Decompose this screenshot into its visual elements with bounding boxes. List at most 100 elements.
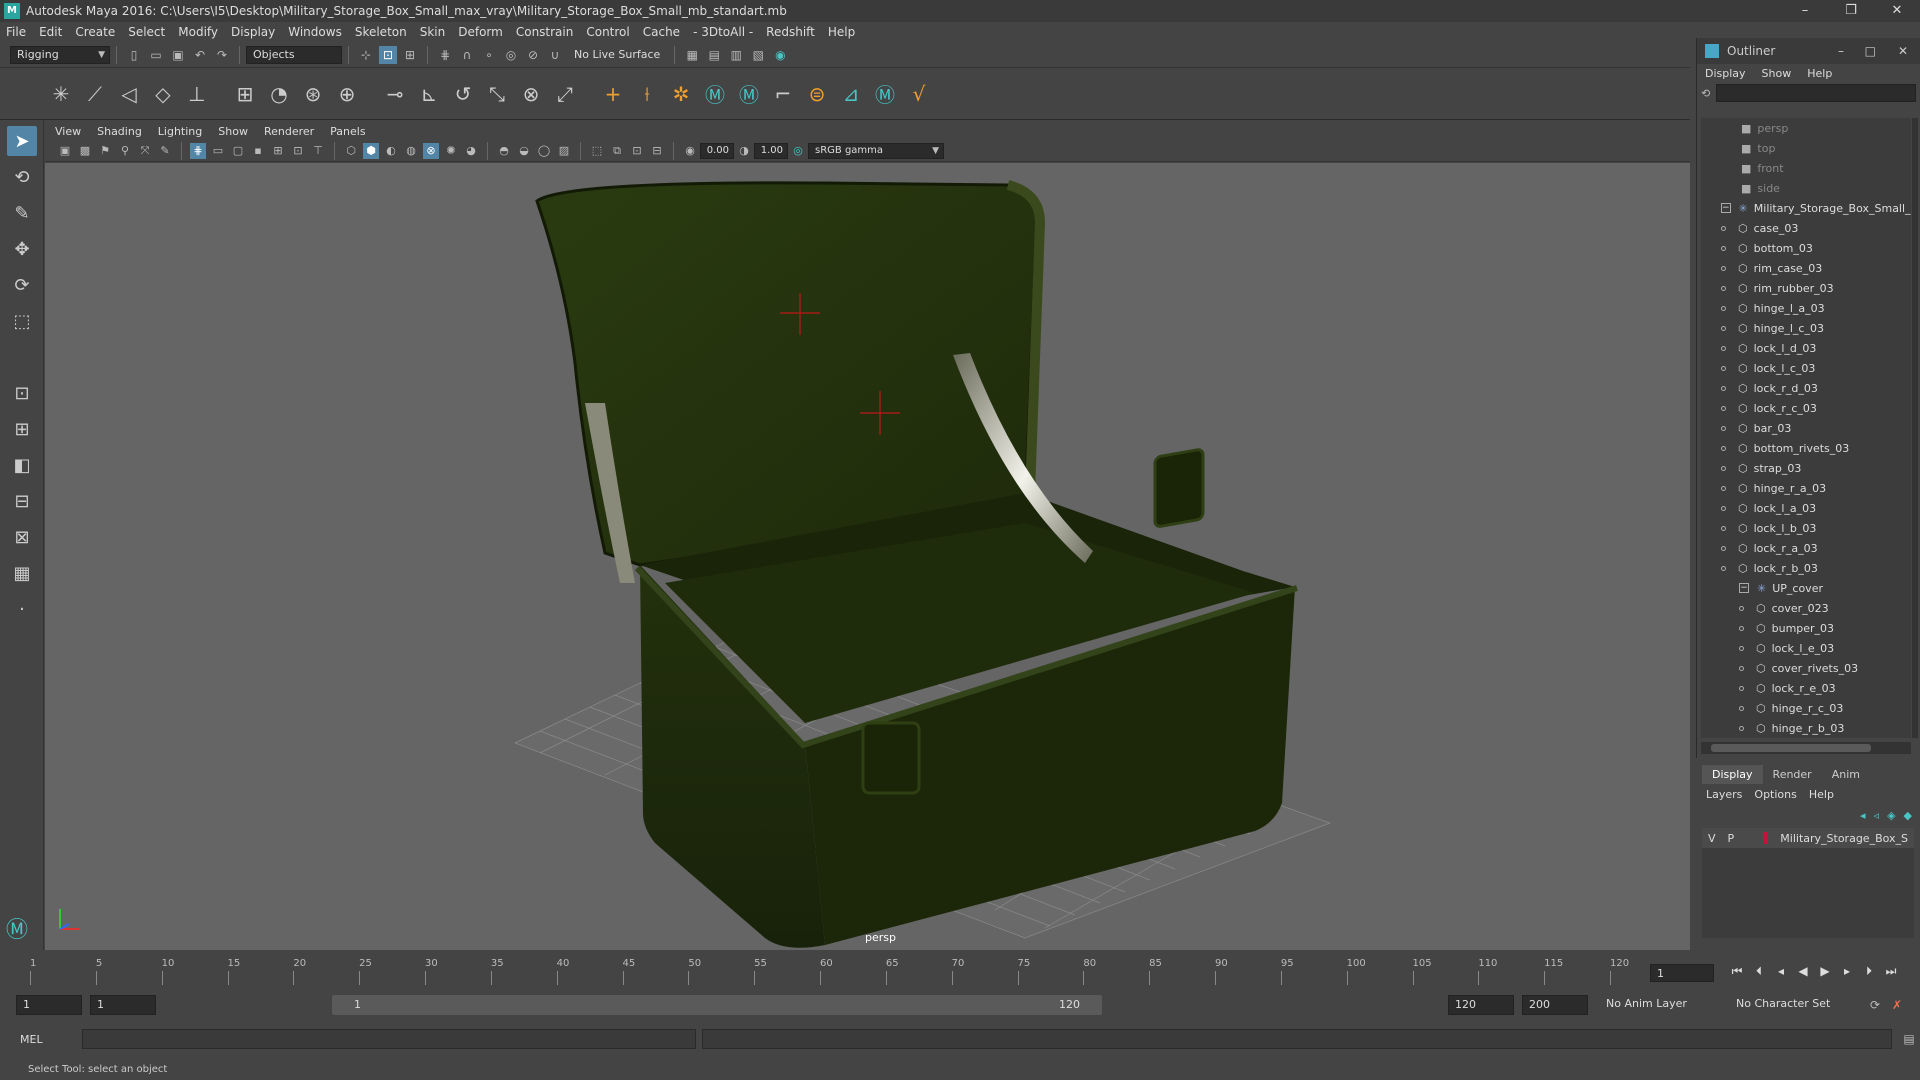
point-constraint-icon[interactable]: ⊸ <box>380 79 410 109</box>
wireframe-on-shaded-icon[interactable]: ◯ <box>536 143 552 159</box>
outliner-item[interactable]: ■ side <box>1701 178 1911 198</box>
grid-toggle-icon[interactable]: ⋕ <box>190 142 206 159</box>
outliner-item[interactable]: ⬡ lock_l_b_03 <box>1701 518 1911 538</box>
outliner-close-button[interactable]: ✕ <box>1898 44 1908 58</box>
viewport-menu-show[interactable]: Show <box>218 125 248 138</box>
current-frame-field[interactable]: 1 <box>1650 964 1714 982</box>
smooth-shade-icon[interactable]: ⬢ <box>363 142 379 159</box>
image-plane-icon[interactable]: ⚲ <box>117 143 133 159</box>
outliner-item[interactable]: ⬡ bottom_rivets_03 <box>1701 438 1911 458</box>
outliner-maximize-button[interactable]: □ <box>1865 44 1876 58</box>
menu-file[interactable]: File <box>6 25 26 39</box>
mel-label[interactable]: MEL <box>20 1033 60 1046</box>
step-forward-key-icon[interactable]: ⏵ <box>1858 964 1880 979</box>
bookmark-icon[interactable]: ⚑ <box>97 143 113 159</box>
open-scene-icon[interactable]: ▭ <box>147 46 165 64</box>
anim-prefs-icon[interactable]: ✗ <box>1888 996 1906 1014</box>
select-mode-dropdown[interactable]: Objects <box>246 45 342 64</box>
insert-joint-icon[interactable]: ◇ <box>148 79 178 109</box>
bind-skin-icon[interactable]: ⊞ <box>230 79 260 109</box>
ik-handle-icon[interactable]: ⟋ <box>80 79 110 109</box>
time-slider[interactable]: 1 5 10 15 20 25 30 35 40 45 50 55 60 65 70 75 80 85 90 95 10… <box>0 952 1896 988</box>
layer-row[interactable]: V P Military_Storage_Box_S <box>1702 828 1914 848</box>
layer-visibility-toggle[interactable]: V <box>1708 832 1716 845</box>
resolution-gate-icon[interactable]: ▢ <box>230 143 246 159</box>
select-object-icon[interactable]: ⊡ <box>379 45 397 64</box>
menu-skeleton[interactable]: Skeleton <box>355 25 407 39</box>
perspective-viewport[interactable]: persp <box>45 163 1690 950</box>
outliner-item[interactable]: ⬡ lock_l_c_03 <box>1701 358 1911 378</box>
layer-menu-options[interactable]: Options <box>1754 788 1796 801</box>
outliner-item[interactable]: ⬡ lock_r_c_03 <box>1701 398 1911 418</box>
persp-outliner-icon[interactable]: ◧ <box>7 450 37 480</box>
outliner-item[interactable]: ⬡ rim_case_03 <box>1701 258 1911 278</box>
save-scene-icon[interactable]: ▣ <box>169 46 187 64</box>
outliner-menu-show[interactable]: Show <box>1762 67 1792 80</box>
menu-help[interactable]: Help <box>828 25 855 39</box>
go-to-start-icon[interactable]: ⏮ <box>1726 964 1748 979</box>
render-layout-icon[interactable]: ▦ <box>7 558 37 588</box>
viewport-menu-view[interactable]: View <box>55 125 81 138</box>
layout-extra-icon[interactable]: · <box>7 594 37 624</box>
hik-icon[interactable]: ✲ <box>666 79 696 109</box>
new-layer-icon[interactable]: ◈ <box>1887 809 1895 822</box>
outliner-item[interactable]: ⬡ lock_r_e_03 <box>1701 678 1911 698</box>
rotate-tool-icon[interactable]: ⟳ <box>7 270 37 300</box>
step-back-key-icon[interactable]: ⏴ <box>1748 964 1770 979</box>
animation-end-field[interactable]: 200 <box>1522 995 1588 1015</box>
scale-constraint-icon[interactable]: ⤡ <box>482 79 512 109</box>
step-back-frame-icon[interactable]: ◂ <box>1770 964 1792 979</box>
ik-spline-icon[interactable]: ◁ <box>114 79 144 109</box>
outliner-item[interactable]: ■ front <box>1701 158 1911 178</box>
joint-tool-icon[interactable]: ✳ <box>46 79 76 109</box>
aa-icon[interactable]: ⬚ <box>589 143 605 159</box>
layer-tab-display[interactable]: Display <box>1702 765 1763 784</box>
xray-icon[interactable]: ⊗ <box>423 142 439 159</box>
anim-layer-dropdown[interactable]: No Anim Layer <box>1600 995 1720 1015</box>
textured-icon[interactable]: ◍ <box>403 143 419 159</box>
hypershade-layout-icon[interactable]: ⊠ <box>7 522 37 552</box>
aim-constraint-icon[interactable]: ⊾ <box>414 79 444 109</box>
play-forwards-icon[interactable]: ▶ <box>1814 964 1836 979</box>
menu-edit[interactable]: Edit <box>39 25 62 39</box>
safe-action-icon[interactable]: ⊡ <box>290 143 306 159</box>
outliner-item[interactable]: ⬡ strap_03 <box>1701 458 1911 478</box>
maximize-button[interactable]: ❐ <box>1828 0 1874 22</box>
gamma-field[interactable]: 1.00 <box>754 142 788 159</box>
render-settings-icon[interactable]: ▦ <box>683 46 701 64</box>
snap-view-icon[interactable]: ◎ <box>502 46 520 64</box>
pole-vector-icon[interactable]: ⤢ <box>550 79 580 109</box>
mel-input[interactable] <box>81 1029 697 1049</box>
skin-tool-icon[interactable]: ⊿ <box>836 79 866 109</box>
maya-tool-b-icon[interactable]: Ⓜ <box>734 79 764 109</box>
maya-tool-a-icon[interactable]: Ⓜ <box>700 79 730 109</box>
two-d-pan-icon[interactable]: ⤧ <box>137 143 153 159</box>
hud-icon[interactable]: ⊟ <box>649 143 665 159</box>
locator-icon[interactable]: + <box>598 79 628 109</box>
outliner-item[interactable]: ■ top <box>1701 138 1911 158</box>
layer-tab-render[interactable]: Render <box>1763 765 1822 784</box>
maya-tool-c-icon[interactable]: Ⓜ <box>870 79 900 109</box>
outliner-menu-help[interactable]: Help <box>1807 67 1832 80</box>
minimize-button[interactable]: – <box>1782 0 1828 22</box>
menu-constrain[interactable]: Constrain <box>516 25 574 39</box>
outliner-item[interactable]: ⬡ bar_03 <box>1701 418 1911 438</box>
shelf-blank-icon[interactable]: ⌐ <box>768 79 798 109</box>
menu-create[interactable]: Create <box>75 25 115 39</box>
safe-title-icon[interactable]: ⊤ <box>310 143 326 159</box>
outliner-item[interactable]: ⬡ lock_r_a_03 <box>1701 538 1911 558</box>
play-backwards-icon[interactable]: ◀ <box>1792 964 1814 979</box>
outliner-item[interactable]: ⬡ cover_023 <box>1701 598 1911 618</box>
layer-playback-toggle[interactable]: P <box>1728 832 1735 845</box>
collapse-toggle-icon[interactable]: − <box>1721 203 1731 213</box>
move-layer-up-icon[interactable]: ◂ <box>1860 809 1866 822</box>
menu-select[interactable]: Select <box>128 25 165 39</box>
outliner-item[interactable]: ⬡ lock_l_e_03 <box>1701 638 1911 658</box>
mirror-joint-icon[interactable]: ⊥ <box>182 79 212 109</box>
menuset-dropdown[interactable]: Rigging ▼ <box>10 45 110 64</box>
collapse-toggle-icon[interactable]: − <box>1739 583 1749 593</box>
backface-icon[interactable]: ▨ <box>556 143 572 159</box>
new-layer-selected-icon[interactable]: ◆ <box>1904 809 1912 822</box>
cluster-icon[interactable]: ⊕ <box>332 79 362 109</box>
new-scene-icon[interactable]: ▯ <box>125 46 143 64</box>
